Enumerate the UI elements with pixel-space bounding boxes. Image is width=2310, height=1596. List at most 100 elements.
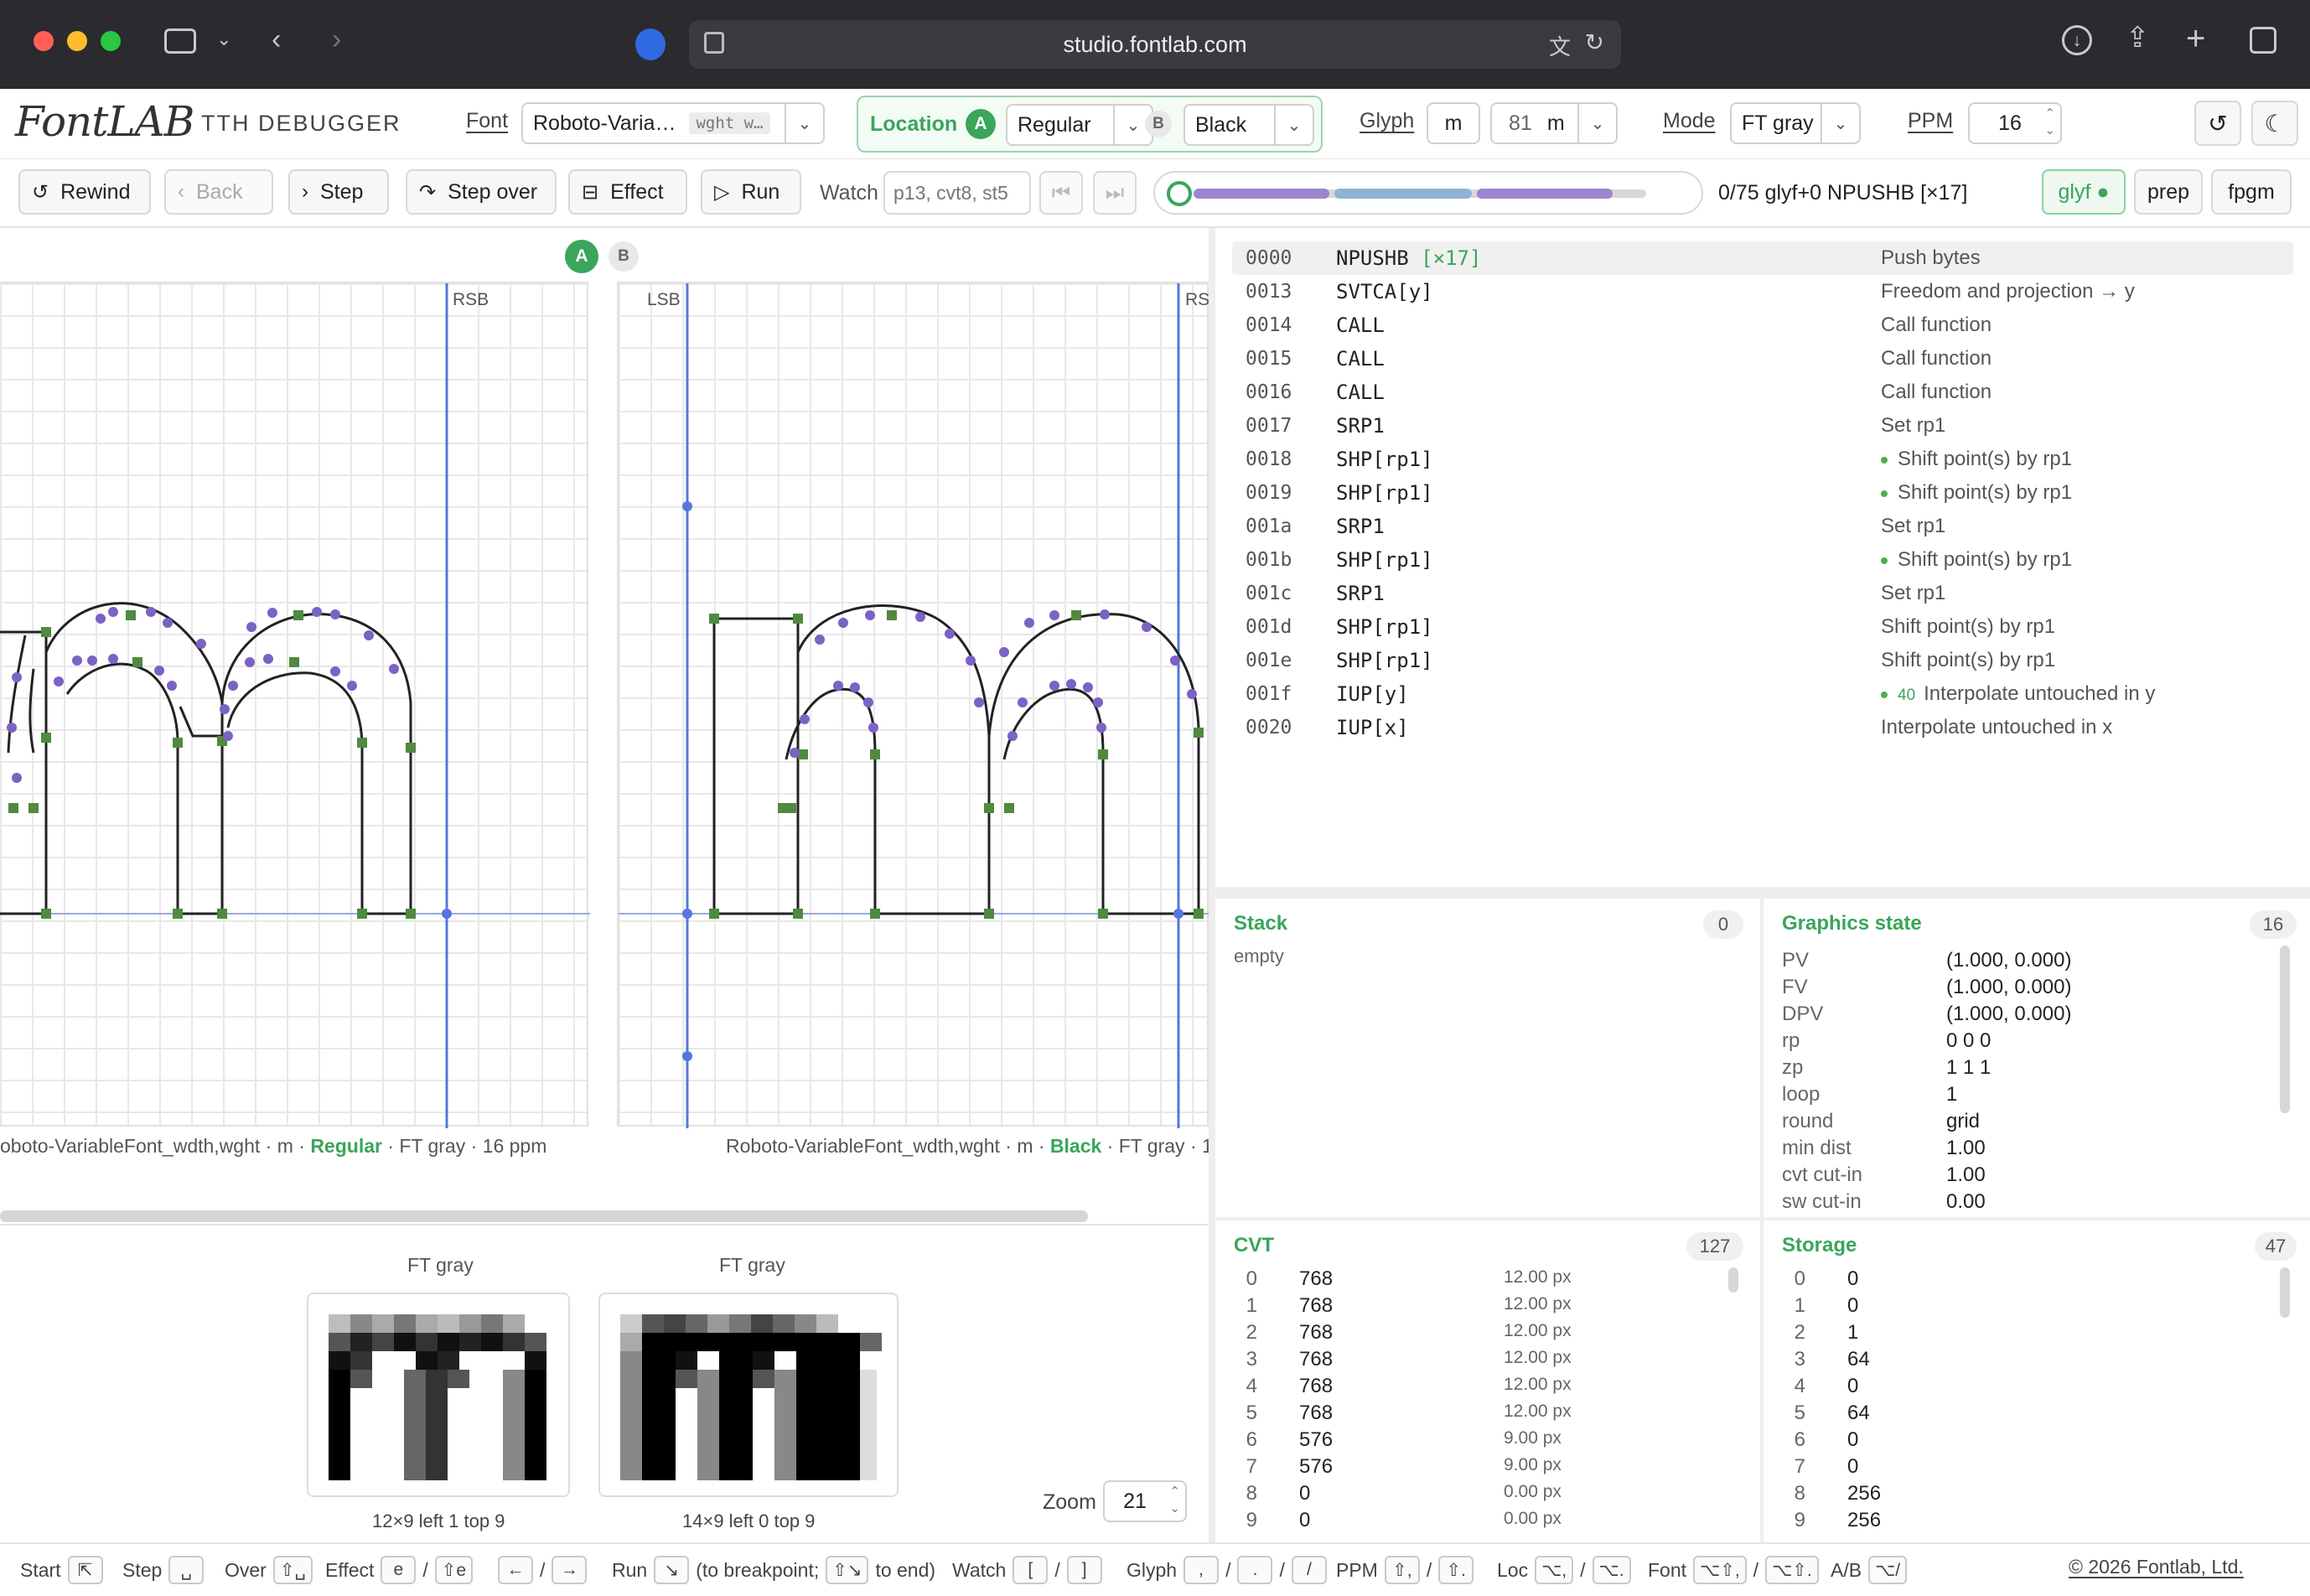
new-tab-icon[interactable]: + xyxy=(2186,22,2205,55)
instruction-row[interactable]: 001a SRP1 Set rp1 xyxy=(1232,510,2293,543)
caption-b-mode: · FT gray · 16 ppm xyxy=(1106,1135,1209,1157)
instruction-desc: Set rp1 xyxy=(1881,515,1945,538)
glyph-view-a[interactable]: RSB xyxy=(0,282,590,1128)
horizontal-scrollbar[interactable] xyxy=(0,1210,1088,1222)
instruction-desc-text: Call function xyxy=(1881,314,1992,336)
location-a-value: Regular xyxy=(1018,112,1091,137)
tab-overview-icon[interactable] xyxy=(2250,27,2276,54)
forward-arrow-icon[interactable]: › xyxy=(332,25,341,54)
instruction-row[interactable]: 0020 IUP[x] Interpolate untouched in x xyxy=(1232,711,2293,744)
minimize-window-button[interactable] xyxy=(67,31,87,51)
shortcut-label: Loc xyxy=(1497,1558,1529,1581)
dark-mode-icon[interactable]: ☾ xyxy=(2251,101,2298,146)
separator: / xyxy=(1580,1558,1586,1581)
key-cap: → xyxy=(552,1556,588,1584)
instruction-row[interactable]: 0017 SRP1 Set rp1 xyxy=(1232,409,2293,443)
glyph-select[interactable]: 81 m ⌄ xyxy=(1490,102,1618,144)
glyph-view-b[interactable]: LSB RS xyxy=(617,282,1209,1128)
instruction-row[interactable]: 001c SRP1 Set rp1 xyxy=(1232,577,2293,610)
tab-prep[interactable]: prep xyxy=(2134,169,2203,215)
rewind-button[interactable]: ↺ Rewind xyxy=(18,169,151,215)
instruction-desc-text: Shift point(s) by rp1 xyxy=(1898,548,2073,571)
shortcut-ppm: PPM ⇧, / ⇧. xyxy=(1336,1556,1474,1584)
vertical-scrollbar[interactable] xyxy=(2280,946,2290,1113)
cvt-index: 7 xyxy=(1246,1455,1257,1478)
effect-button[interactable]: ⊟ Effect xyxy=(568,169,687,215)
cvt-px: 0.00 px xyxy=(1504,1509,1562,1528)
last-step-icon[interactable]: ⏭ xyxy=(1093,171,1137,215)
instruction-row[interactable]: 0000 NPUSHB [×17] Push bytes xyxy=(1232,241,2293,275)
copyright-link[interactable]: © 2026 Fontlab, Ltd. xyxy=(2069,1556,2244,1578)
key-cap: ⇧, xyxy=(1384,1556,1420,1584)
zoom-stepper[interactable]: 21 ⌃ ⌄ xyxy=(1103,1480,1187,1522)
run-button[interactable]: ▷ Run xyxy=(701,169,801,215)
canvas-badge-a[interactable]: A xyxy=(565,240,598,273)
cvt-index: 0 xyxy=(1246,1267,1257,1290)
instruction-row[interactable]: 0013 SVTCA[y] Freedom and projection → y xyxy=(1232,275,2293,308)
instruction-row[interactable]: 0018 SHP[rp1] Shift point(s) by rp1 xyxy=(1232,443,2293,476)
instruction-row[interactable]: 0016 CALL Call function xyxy=(1232,376,2293,409)
zoom-window-button[interactable] xyxy=(101,31,121,51)
instruction-row[interactable]: 0015 CALL Call function xyxy=(1232,342,2293,376)
instruction-desc: Call function xyxy=(1881,314,1991,337)
cvt-value: 0 xyxy=(1299,1509,1311,1531)
translate-icon[interactable]: 文 xyxy=(1549,30,1571,61)
share-icon[interactable]: ⇪ xyxy=(2126,23,2150,52)
glyph-char-field[interactable]: m xyxy=(1427,102,1480,144)
stepper-arrows-icon[interactable]: ⌃ ⌄ xyxy=(2044,106,2055,139)
chevron-down-icon[interactable]: ⌄ xyxy=(216,30,231,49)
step-over-button[interactable]: ↷ Step over xyxy=(406,169,557,215)
app-header: FontLAB TTH DEBUGGER Font Roboto-Varia… … xyxy=(0,89,2310,159)
instruction-row[interactable]: 0019 SHP[rp1] Shift point(s) by rp1 xyxy=(1232,476,2293,510)
instruction-row[interactable]: 001e SHP[rp1] Shift point(s) by rp1 xyxy=(1232,644,2293,677)
watch-input[interactable] xyxy=(883,171,1031,215)
lsb-label: LSB xyxy=(647,290,681,309)
address-bar[interactable]: studio.fontlab.com 文 ↻ xyxy=(689,20,1621,69)
cvt-px: 0.00 px xyxy=(1504,1482,1562,1501)
instruction-offset: 001e xyxy=(1246,650,1292,671)
privacy-hand-icon[interactable] xyxy=(635,28,666,60)
reload-icon[interactable]: ↻ xyxy=(1585,28,1604,56)
instruction-desc-text: Set rp1 xyxy=(1881,582,1946,604)
cvt-index: 1 xyxy=(1246,1294,1257,1317)
canvas-badge-b[interactable]: B xyxy=(609,241,639,272)
pane-divider[interactable] xyxy=(1209,228,1215,1542)
sidebar-toggle-icon[interactable] xyxy=(164,28,196,54)
scrubber-thumb[interactable] xyxy=(1167,181,1192,206)
location-b-select[interactable]: Black ⌄ xyxy=(1183,104,1314,146)
instruction-row[interactable]: 001b SHP[rp1] Shift point(s) by rp1 xyxy=(1232,543,2293,577)
instruction-row[interactable]: 0014 CALL Call function xyxy=(1232,308,2293,342)
vertical-scrollbar[interactable] xyxy=(2280,1267,2290,1318)
mode-select[interactable]: FT gray ⌄ xyxy=(1730,102,1861,144)
instruction-row[interactable]: 001f IUP[y] 40 Interpolate untouched in y xyxy=(1232,677,2293,711)
step-scrubber[interactable] xyxy=(1153,171,1703,215)
instruction-row[interactable]: 001d SHP[rp1] Shift point(s) by rp1 xyxy=(1232,610,2293,644)
tab-fpgm[interactable]: fpgm xyxy=(2211,169,2292,215)
tab-glyf[interactable]: glyf ● xyxy=(2042,169,2126,215)
instruction-desc: Interpolate untouched in x xyxy=(1881,716,2112,739)
ppm-stepper[interactable]: 16 ⌃ ⌄ xyxy=(1968,102,2062,144)
scrubber-segment-glyf xyxy=(1194,189,1329,199)
storage-panel: Storage 47 0 0 1 0 2 1 3 64 4 0 5 64 6 0 7 0 8 256 9 256 xyxy=(1764,1220,2310,1542)
vertical-scrollbar[interactable] xyxy=(1728,1267,1738,1293)
download-icon[interactable]: ↓ xyxy=(2062,25,2092,55)
back-button[interactable]: ‹ Back xyxy=(164,169,273,215)
key-cap: ⌥⇧, xyxy=(1693,1556,1747,1584)
stepper-arrows-icon[interactable]: ⌃ ⌄ xyxy=(1169,1484,1180,1517)
cvt-px: 12.00 px xyxy=(1504,1375,1572,1394)
rewind-label: Rewind xyxy=(60,179,131,204)
location-a-select[interactable]: Regular ⌄ xyxy=(1006,104,1153,146)
instruction-offset: 0013 xyxy=(1246,281,1292,303)
font-select[interactable]: Roboto-Varia… wght w… ⌄ xyxy=(521,102,825,144)
first-step-icon[interactable]: ⏮ xyxy=(1039,171,1083,215)
back-arrow-icon[interactable]: ‹ xyxy=(272,25,281,54)
step-button[interactable]: › Step xyxy=(288,169,389,215)
shortcut-effect: Effect e / ⇧e xyxy=(325,1556,474,1584)
shortcut-ab: A/B ⌥/ xyxy=(1831,1556,1908,1584)
gstate-key: loop xyxy=(1782,1083,1821,1106)
step-over-label: Step over xyxy=(448,179,538,204)
instruction-mnemonic: IUP[y] xyxy=(1336,682,1409,706)
close-window-button[interactable] xyxy=(34,31,54,51)
cvt-index: 4 xyxy=(1246,1375,1257,1397)
reset-icon[interactable]: ↺ xyxy=(2194,101,2241,146)
